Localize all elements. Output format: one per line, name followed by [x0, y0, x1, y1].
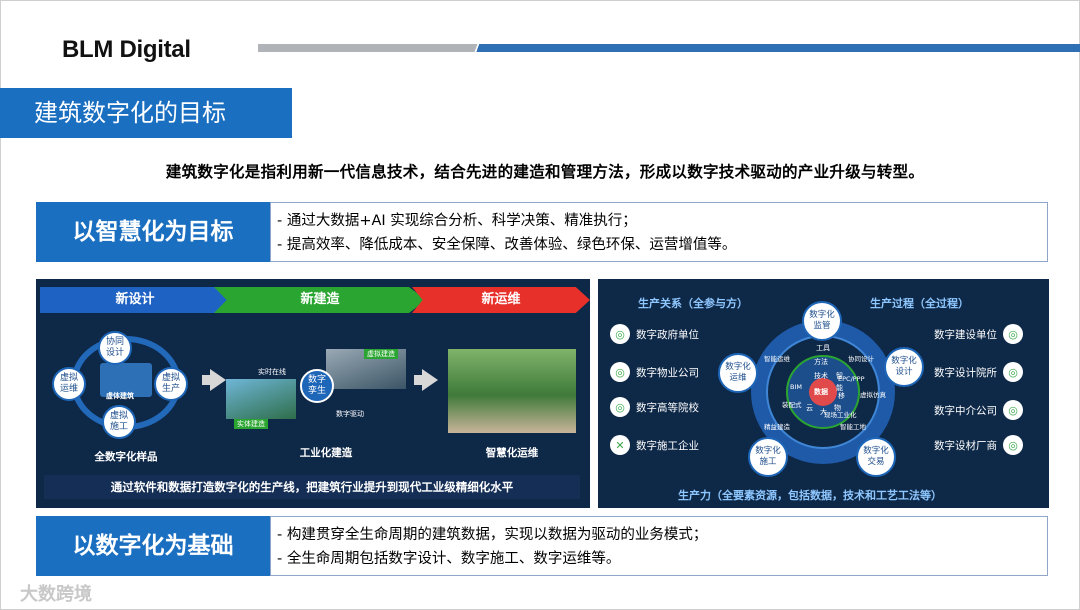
goal-label: 以智慧化为目标 [36, 202, 270, 262]
header-bar-blue [476, 44, 1080, 52]
foundation-point: - 全生命周期包括数字设计、数字施工、数字运维等。 [277, 551, 621, 567]
node-construction: 数字化 施工 [748, 437, 788, 477]
ring-label: 虚拟仿真 [860, 391, 886, 399]
smart-ops-image [448, 349, 576, 433]
core-label: 移 [838, 392, 845, 400]
flow-arrow-icon [210, 369, 226, 391]
ring-label: 智能运维 [764, 355, 790, 363]
core-label: 工具 [816, 344, 830, 352]
gov-icon: ◎ [610, 324, 630, 344]
watermark: 大数跨境 [20, 584, 92, 605]
smart-ops-label: 智慧化运维 [485, 447, 539, 459]
goal-row: 以智慧化为目标 - 通过大数据+AI 实现综合分析、科学决策、精准执行； - 提… [36, 202, 1048, 262]
stage-new-ops: 新运维 [412, 287, 590, 313]
force-title: 生产力（全要素资源，包括数据，技术和工艺工法等） [678, 489, 942, 502]
university-icon: ◎ [610, 397, 630, 417]
summary-text: 建筑数字化是指利用新一代信息技术，结合先进的建造和管理方法，形成以数字技术驱动的… [165, 163, 925, 181]
left-item: ◎ 数字高等院校 [610, 397, 699, 417]
left-item: ◎ 数字政府单位 [610, 324, 699, 344]
sample-label: 全数字化样品 [94, 451, 158, 463]
foundation-points: - 构建贯穿全生命周期的建筑数据，实现以数据为驱动的业务模式； - 全生命周期包… [270, 516, 1048, 576]
agency-icon: ◎ [1003, 400, 1023, 420]
right-item: 数字中介公司 ◎ [934, 400, 1023, 420]
cycle-virtual-construction: 虚拟 施工 [102, 405, 136, 439]
brand-logo: BLM Digital [62, 36, 191, 63]
header-bar-grey [258, 44, 478, 52]
left-caption: 通过软件和数据打造数字化的生产线，把建筑行业提升到现代工业级精细化水平 [44, 475, 580, 499]
foundation-label: 以数字化为基础 [36, 516, 270, 576]
cycle-virtual-production: 虚拟 生产 [154, 367, 188, 401]
node-supervision: 数字化 监管 [802, 301, 842, 341]
stage-new-build: 新建造 [214, 287, 426, 313]
foundation-row: 以数字化为基础 - 构建贯穿全生命周期的建筑数据，实现以数据为驱动的业务模式； … [36, 516, 1048, 576]
header-bar-divider [470, 44, 482, 52]
supplier-icon: ◎ [1003, 435, 1023, 455]
right-item: 数字设材厂商 ◎ [934, 435, 1023, 455]
construction-icon: ✕ [610, 435, 630, 455]
goal-points: - 通过大数据+AI 实现综合分析、科学决策、精准执行； - 提高效率、降低成本… [270, 202, 1048, 262]
ring-label: 装配式 [782, 401, 802, 409]
right-item: 数字建设单位 ◎ [934, 324, 1023, 344]
property-icon: ◎ [610, 362, 630, 382]
page-title: 建筑数字化的目标 [0, 88, 292, 138]
goal-point: - 通过大数据+AI 实现综合分析、科学决策、精准执行； [277, 213, 637, 229]
node-trading: 数字化 交易 [856, 437, 896, 477]
digital-twin-node: 数字 孪生 [300, 369, 334, 403]
node-operations: 数字化 运维 [718, 353, 758, 393]
left-item: ✕ 数字施工企业 [610, 435, 699, 455]
core-label: 智 [836, 372, 843, 380]
core-label: 物 [834, 404, 841, 412]
core-label: 云 [806, 404, 813, 412]
realtime-label: 实时在线 [258, 368, 286, 376]
foundation-point: - 构建贯穿全生命周期的建筑数据，实现以数据为驱动的业务模式； [277, 527, 708, 543]
stage-new-design: 新设计 [40, 287, 230, 313]
ring-label: 智能工地 [840, 423, 866, 431]
virtual-build-image [226, 379, 296, 419]
flow-arrow-icon [422, 369, 438, 391]
virtual-build-tag: 实体建造 [234, 419, 268, 429]
cycle-center-label: 虚体建筑 [106, 392, 134, 400]
node-design: 数字化 设计 [884, 347, 924, 387]
core-label: 大 [820, 408, 827, 416]
goal-point: - 提高效率、降低成本、安全保障、改善体验、绿色环保、运营增值等。 [277, 237, 737, 253]
builder-icon: ◎ [1003, 324, 1023, 344]
digital-ecosystem-diagram: 生产关系（全参与方） 生产过程（全过程） ◎ 数字政府单位 ◎ 数字物业公司 ◎ 数字… [598, 279, 1049, 508]
core-label: 技术 [814, 372, 828, 380]
data-drive-label: 数字驱动 [336, 410, 364, 418]
core-label: 数据 [814, 388, 828, 396]
physical-build-tag: 虚拟建造 [364, 349, 398, 359]
ring-label: 协同设计 [848, 355, 874, 363]
left-item: ◎ 数字物业公司 [610, 362, 699, 382]
cycle-virtual-ops: 虚拟 运维 [52, 367, 86, 401]
industrial-label: 工业化建造 [299, 447, 353, 459]
production-line-diagram: 新设计 新建造 新运维 协同 设计 虚拟 生产 虚拟 施工 虚拟 运维 虚体建筑 全数字… [36, 279, 590, 508]
right-item: 数字设计院所 ◎ [934, 362, 1023, 382]
core-label: 方法 [814, 358, 828, 366]
ring-label: BIM [790, 383, 802, 391]
design-institute-icon: ◎ [1003, 362, 1023, 382]
cycle-collab-design: 协同 设计 [98, 331, 132, 365]
ring-label: 精益建造 [764, 423, 790, 431]
